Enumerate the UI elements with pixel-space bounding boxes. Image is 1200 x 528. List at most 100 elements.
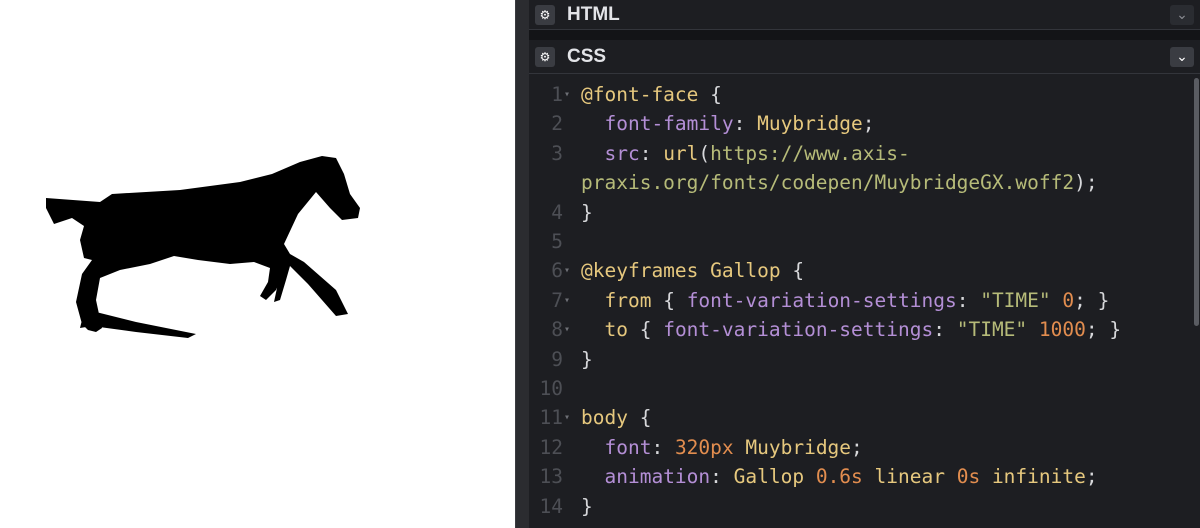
line-number: 11 (539, 406, 563, 430)
code-token: infinite (980, 465, 1086, 489)
fold-arrow-icon[interactable]: ▾ (564, 286, 574, 315)
css-panel-header[interactable]: ⚙ CSS ⌄ (529, 40, 1200, 74)
line-number: 1 (551, 83, 563, 106)
code-token: : (956, 288, 981, 312)
code-token: font-variation-settings (663, 318, 934, 342)
horse-silhouette-image (46, 156, 360, 338)
code-text: to { font-variation-settings: "TIME" 100… (581, 315, 1121, 344)
code-line[interactable]: 4} (529, 198, 1191, 227)
code-token: praxis.org/fonts/codepen/MuybridgeGX.wof… (581, 171, 1075, 195)
code-line[interactable]: 14} (529, 492, 1191, 521)
code-text: } (581, 345, 593, 374)
css-code-area[interactable]: 1 ▾ @font-face {2 font-family: Muybridge; 3… (529, 78, 1191, 528)
code-token: ; (851, 435, 863, 459)
code-line[interactable]: 12 font: 320px Muybridge; (529, 433, 1191, 462)
code-line[interactable]: praxis.org/fonts/codepen/MuybridgeGX.wof… (529, 168, 1191, 197)
code-token: } (581, 347, 593, 371)
scrollbar[interactable] (1193, 78, 1200, 528)
code-token: from (581, 288, 652, 312)
code-token: font (581, 435, 652, 459)
code-line[interactable]: 2 font-family: Muybridge; (529, 109, 1191, 138)
code-token: @font-face (581, 83, 699, 106)
code-token: "TIME" (980, 288, 1051, 312)
code-line[interactable]: 13 animation: Gallop 0.6s linear 0s infi… (529, 462, 1191, 491)
code-token: Gallop (698, 259, 781, 283)
fold-arrow-icon[interactable]: ▾ (564, 256, 574, 285)
code-token: ; (862, 112, 875, 136)
code-token: font-variation-settings (686, 288, 957, 312)
code-token: 320px (674, 435, 734, 459)
code-token: animation (581, 465, 711, 489)
code-token: 0.6s (815, 465, 863, 489)
code-text: font-family: Muybridge; (581, 109, 875, 138)
code-line[interactable]: 5 (529, 227, 1191, 256)
code-token: font-family (581, 112, 734, 136)
pane-divider[interactable] (515, 0, 529, 528)
code-token: } (581, 494, 593, 518)
code-token: ( (698, 141, 711, 165)
code-line[interactable]: 10 (529, 374, 1191, 403)
code-token: { (651, 288, 687, 312)
code-token: : (710, 465, 734, 489)
code-token: : (933, 318, 957, 342)
line-number: 12 (539, 435, 563, 459)
line-number: 9 (551, 347, 563, 371)
code-token: { (627, 318, 664, 342)
code-line[interactable]: 7 ▾ from { font-variation-settings: "TIME… (529, 286, 1191, 315)
chevron-down-icon[interactable]: ⌄ (1170, 47, 1194, 67)
preview-pane (0, 0, 515, 528)
code-token: Muybridge (757, 112, 863, 136)
code-token: ); (1074, 171, 1098, 195)
line-number: 7 (551, 288, 563, 312)
line-number: 14 (539, 494, 563, 518)
fold-arrow-icon[interactable]: ▾ (564, 315, 574, 344)
code-text: @font-face { (581, 80, 722, 109)
code-line[interactable]: 11 ▾ body { (529, 403, 1191, 432)
code-text: @keyframes Gallop { (581, 256, 804, 285)
scrollbar-thumb[interactable] (1194, 78, 1199, 326)
code-text: } (581, 198, 593, 227)
code-text: font: 320px Muybridge; (581, 433, 863, 462)
code-token: ; (1085, 465, 1098, 489)
code-token: 0 (1062, 288, 1075, 312)
code-token: body (581, 406, 628, 430)
code-line[interactable]: 3 src: url(https://www.axis- (529, 139, 1191, 168)
code-line[interactable]: 9} (529, 345, 1191, 374)
fold-arrow-icon[interactable]: ▾ (564, 80, 574, 109)
code-token: linear (862, 465, 957, 489)
code-token: 1000 (1038, 318, 1086, 342)
code-text: body { (581, 403, 651, 432)
code-line[interactable]: 6 ▾ @keyframes Gallop { (529, 256, 1191, 285)
code-line[interactable]: 8 ▾ to { font-variation-settings: "TIME" … (529, 315, 1191, 344)
code-token: : (639, 141, 664, 165)
line-number: 4 (551, 200, 563, 224)
code-token: @keyframes (581, 259, 699, 283)
fold-arrow-icon[interactable]: ▾ (564, 403, 574, 432)
code-token: url (663, 141, 699, 165)
panel-separator (529, 30, 1200, 40)
code-text: from { font-variation-settings: "TIME" 0… (581, 286, 1109, 315)
code-editor: ⚙ HTML ⌄ ⚙ CSS ⌄ 1 ▾ @font-face {2 font-fa… (529, 0, 1200, 528)
code-token: : (651, 435, 675, 459)
code-token: { (780, 259, 805, 283)
line-number: 5 (551, 230, 563, 253)
code-token: 0s (956, 465, 981, 489)
chevron-down-icon[interactable]: ⌄ (1170, 5, 1194, 25)
gear-icon[interactable]: ⚙ (535, 5, 555, 25)
code-token: https://www.axis- (710, 141, 910, 165)
html-panel-header[interactable]: ⚙ HTML ⌄ (529, 0, 1200, 30)
code-line[interactable]: 1 ▾ @font-face { (529, 80, 1191, 109)
code-token: { (698, 83, 722, 106)
html-panel-title: HTML (567, 4, 620, 25)
code-text: praxis.org/fonts/codepen/MuybridgeGX.wof… (581, 168, 1098, 197)
line-number: 13 (539, 465, 563, 489)
code-token: { (627, 406, 652, 430)
code-token: src (581, 141, 640, 165)
line-number: 8 (551, 318, 563, 342)
code-token: Muybridge (733, 435, 852, 459)
code-token: ; } (1074, 288, 1110, 312)
gear-icon[interactable]: ⚙ (535, 47, 555, 67)
